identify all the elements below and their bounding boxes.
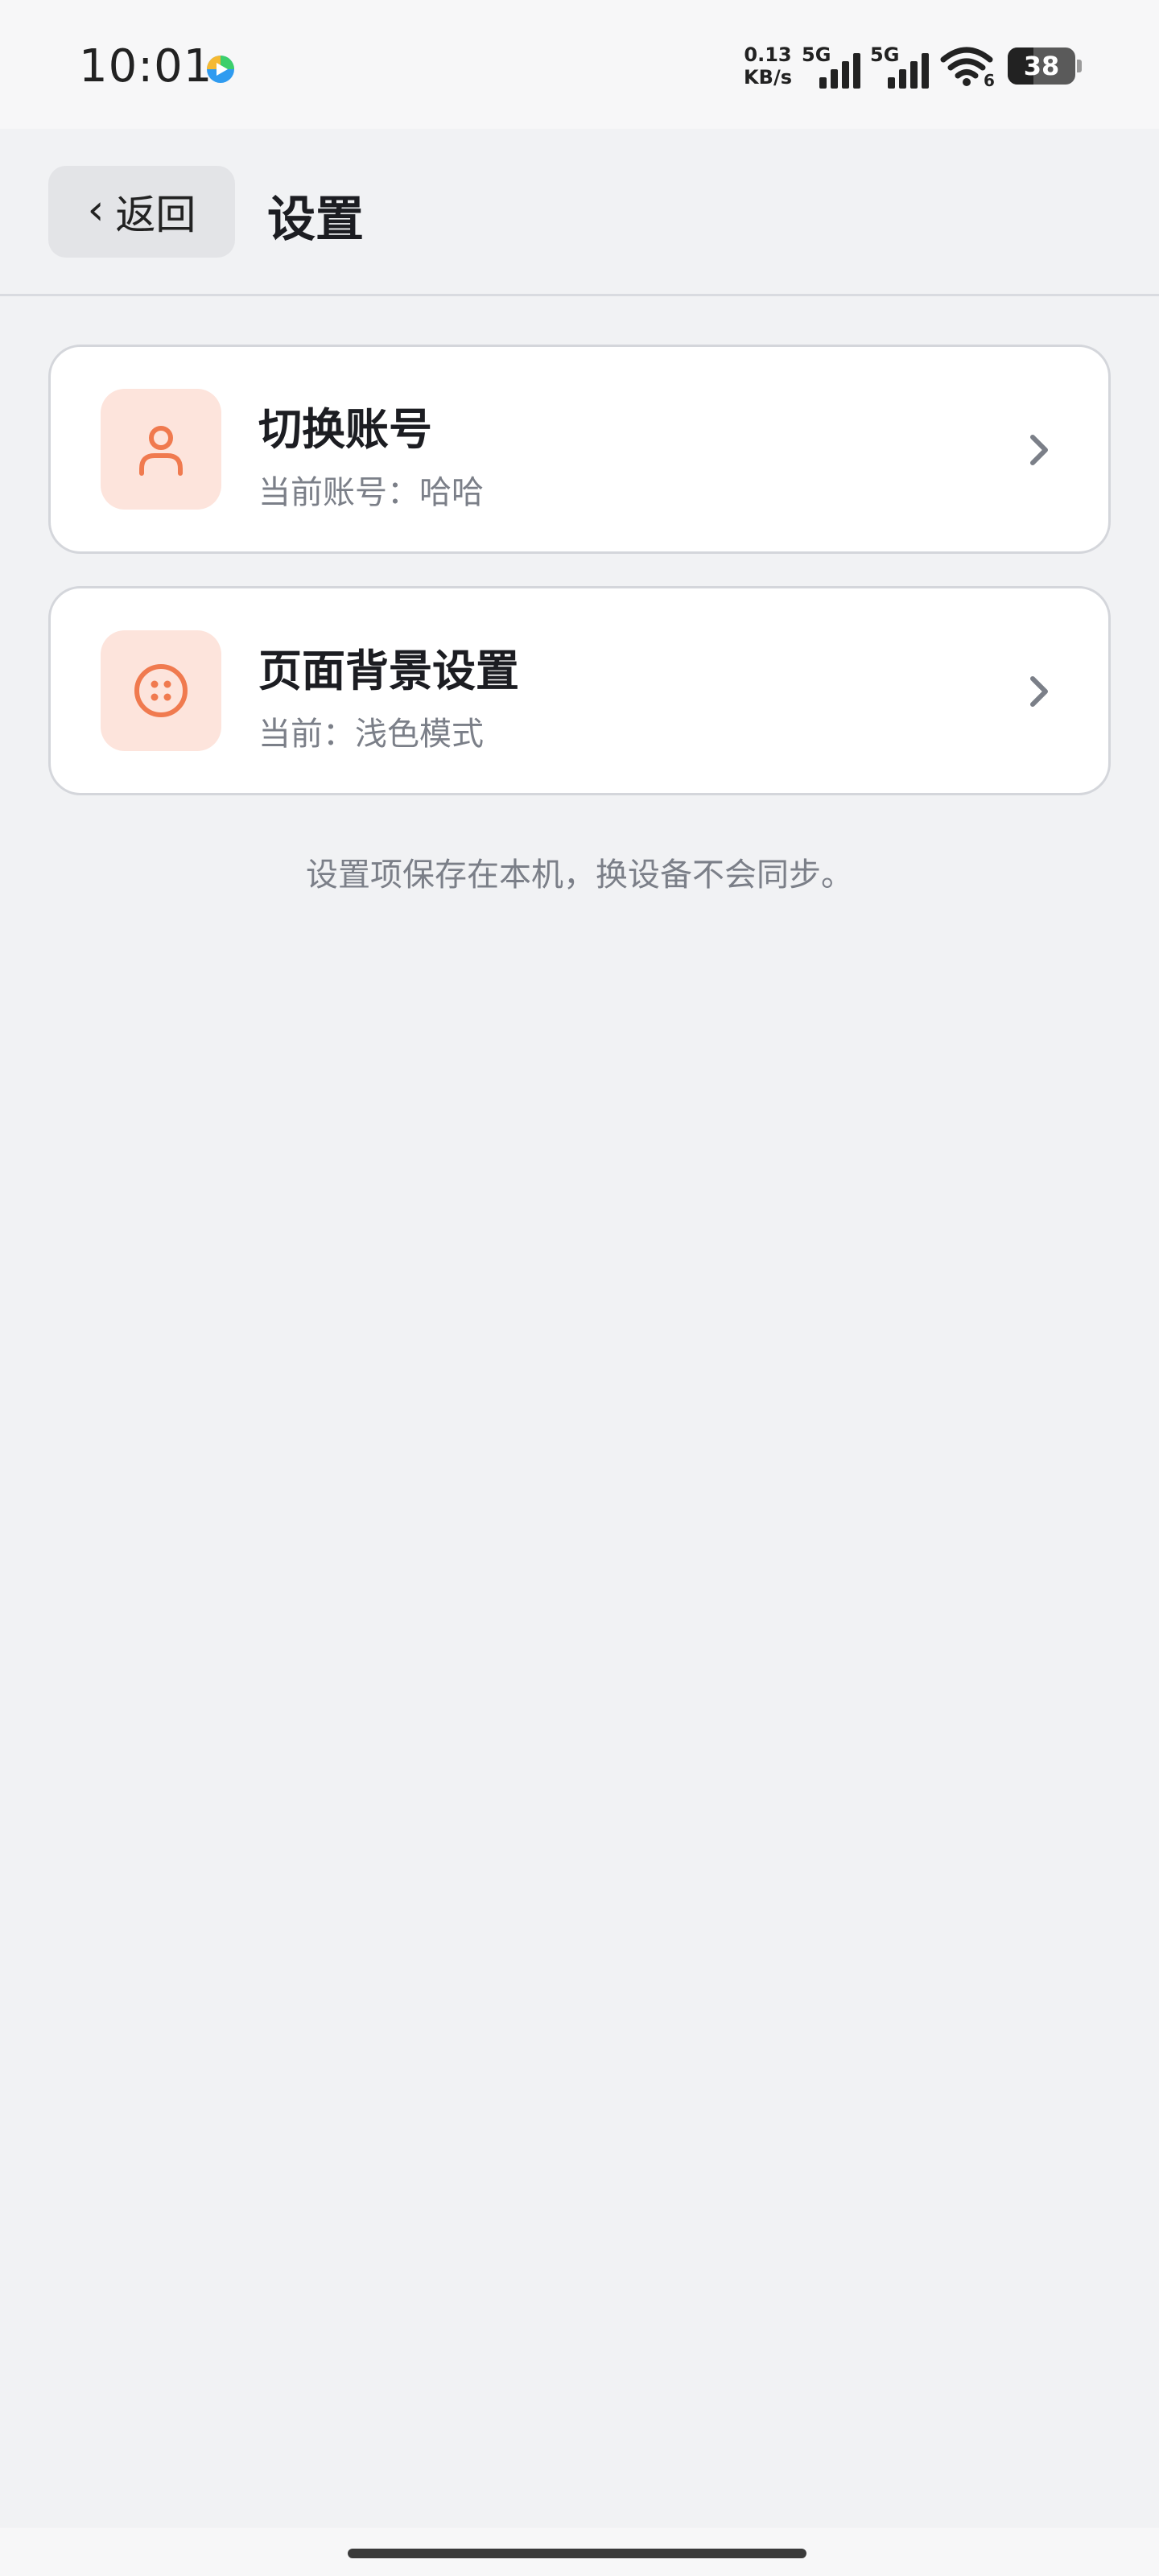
chevron-right-icon xyxy=(1030,676,1048,707)
wifi-badge: 6 xyxy=(984,71,995,87)
play-app-icon xyxy=(207,56,234,83)
chevron-left-icon: ‹ xyxy=(87,186,105,234)
switch-account-item[interactable]: 切换账号 当前账号：哈哈 xyxy=(48,345,1111,554)
user-icon-box xyxy=(101,389,221,510)
switch-account-title: 切换账号 xyxy=(258,404,432,455)
battery-icon: 38 xyxy=(1008,47,1082,85)
gesture-bar xyxy=(0,2528,1159,2576)
local-storage-note: 设置项保存在本机，换设备不会同步。 xyxy=(306,857,853,894)
status-indicators: 0.13 KB/s 5G 5G 6 38 xyxy=(744,39,1082,93)
palette-icon xyxy=(134,664,188,717)
status-bar: 10:01 0.13 KB/s 5G 5G 6 38 xyxy=(0,0,1159,129)
signal-2-icon: 5G xyxy=(870,43,929,89)
signal-1-icon: 5G xyxy=(802,43,860,89)
battery-level: 38 xyxy=(1023,51,1060,81)
signal-1-label: 5G xyxy=(802,43,831,66)
status-time: 10:01 xyxy=(79,40,213,93)
back-button-label: 返回 xyxy=(115,192,196,238)
page-background-title: 页面背景设置 xyxy=(258,646,519,696)
current-mode-text: 当前：浅色模式 xyxy=(258,716,484,753)
current-account-text: 当前账号：哈哈 xyxy=(258,474,484,511)
wifi-icon: 6 xyxy=(940,47,995,87)
back-button[interactable]: ‹ 返回 xyxy=(48,166,235,258)
page-title: 设置 xyxy=(267,192,364,248)
palette-icon-box xyxy=(101,630,221,751)
user-icon xyxy=(139,426,183,476)
nav-header: ‹ 返回 设置 xyxy=(0,129,1159,296)
network-speed-unit: KB/s xyxy=(744,66,792,89)
network-speed: 0.13 KB/s xyxy=(744,43,792,89)
network-speed-value: 0.13 xyxy=(744,43,792,66)
home-indicator[interactable] xyxy=(348,2549,806,2558)
signal-2-label: 5G xyxy=(870,43,900,66)
chevron-right-icon xyxy=(1030,435,1048,465)
page-background-item[interactable]: 页面背景设置 当前：浅色模式 xyxy=(48,586,1111,795)
